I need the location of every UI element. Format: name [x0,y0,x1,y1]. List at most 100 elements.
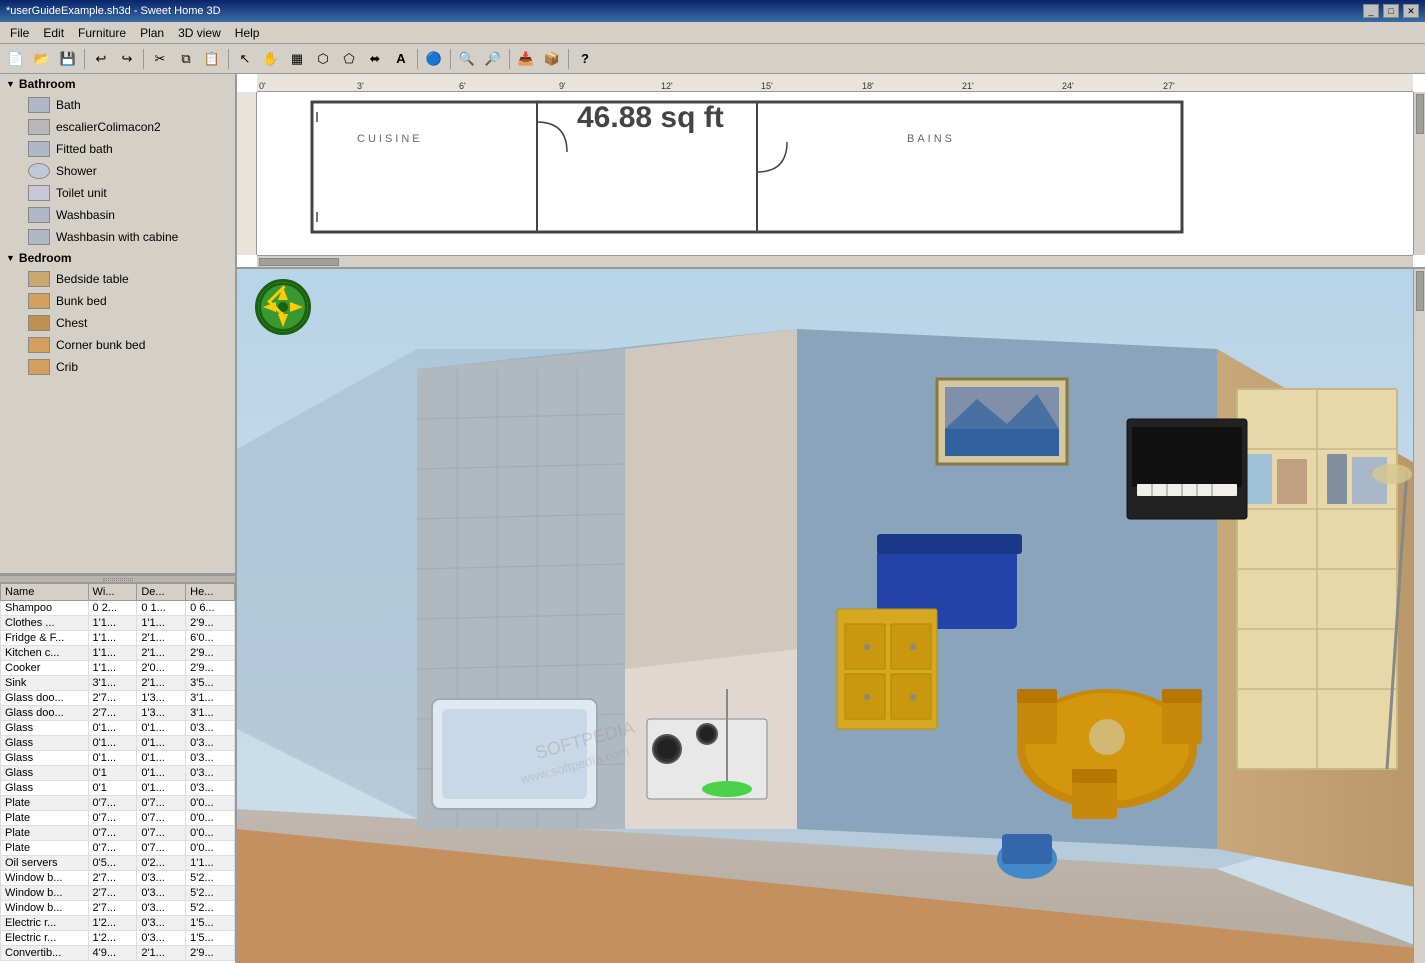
table-row[interactable]: Glass doo...2'7...1'3...3'1... [1,706,235,721]
table-row[interactable]: Oil servers0'5...0'2...1'1... [1,856,235,871]
table-row[interactable]: Plate0'7...0'7...0'0... [1,841,235,856]
item-escalier[interactable]: escalierColimacon2 [0,116,235,138]
item-washbasin[interactable]: Washbasin [0,204,235,226]
separator-7 [568,49,569,69]
table-row[interactable]: Glass0'1...0'1...0'3... [1,736,235,751]
scrollbar-3d-vertical[interactable] [1413,269,1425,963]
col-height[interactable]: He... [186,584,235,601]
item-crib[interactable]: Crib [0,356,235,378]
item-fitted-bath[interactable]: Fitted bath [0,138,235,160]
furniture-catalog[interactable]: ▼ Bathroom Bath escalierColimacon2 Fitte… [0,74,235,575]
menu-item-edit[interactable]: Edit [37,24,70,42]
open-button[interactable]: 📂 [30,47,54,71]
category-bathroom[interactable]: ▼ Bathroom [0,74,235,94]
menu-item-3d-view[interactable]: 3D view [172,24,227,42]
pan-tool[interactable]: ✋ [259,47,283,71]
row-height-cell: 0'3... [186,721,235,736]
item-shower[interactable]: Shower [0,160,235,182]
table-row[interactable]: Plate0'7...0'7...0'0... [1,796,235,811]
close-button[interactable]: ✕ [1403,4,1419,18]
new-button[interactable]: 📄 [4,47,28,71]
table-row[interactable]: Window b...2'7...0'3...5'2... [1,901,235,916]
row-width-cell: 2'7... [88,706,137,721]
ruler-mark-18: 18' [862,81,874,91]
col-depth[interactable]: De... [137,584,186,601]
item-bunk-bed[interactable]: Bunk bed [0,290,235,312]
copy-button[interactable]: ⧉ [174,47,198,71]
enable-magnetism[interactable]: 🔵 [422,47,446,71]
table-row[interactable]: Sink3'1...2'1...3'5... [1,676,235,691]
category-bedroom[interactable]: ▼ Bedroom [0,248,235,268]
create-wall-tool[interactable]: ▦ [285,47,309,71]
furniture-table[interactable]: Name Wi... De... He... Shampoo0 2...0 1.… [0,583,235,963]
menu-item-file[interactable]: File [4,24,35,42]
row-name-cell: Window b... [1,871,89,886]
row-depth-cell: 0'3... [137,901,186,916]
table-row[interactable]: Kitchen c...1'1...2'1...2'9... [1,646,235,661]
create-label-tool[interactable]: A [389,47,413,71]
add-to-catalog-button[interactable]: 📦 [540,47,564,71]
row-width-cell: 0'1 [88,781,137,796]
table-row[interactable]: Plate0'7...0'7...0'0... [1,811,235,826]
import-furniture-button[interactable]: 📥 [514,47,538,71]
table-row[interactable]: Cooker1'1...2'0...2'9... [1,661,235,676]
scrollbar-thumb-h[interactable] [259,258,339,266]
item-escalier-label: escalierColimacon2 [56,120,161,134]
scrollbar-vertical[interactable] [1413,92,1425,255]
table-row[interactable]: Plate0'7...0'7...0'0... [1,826,235,841]
col-width[interactable]: Wi... [88,584,137,601]
item-chest[interactable]: Chest [0,312,235,334]
table-row[interactable]: Glass doo...2'7...1'3...3'1... [1,691,235,706]
item-bath[interactable]: Bath [0,94,235,116]
menu-item-help[interactable]: Help [229,24,266,42]
row-depth-cell: 1'1... [137,616,186,631]
table-row[interactable]: Glass0'10'1...0'3... [1,766,235,781]
paste-button[interactable]: 📋 [200,47,224,71]
table-row[interactable]: Electric r...1'2...0'3...1'5... [1,931,235,946]
menu-item-furniture[interactable]: Furniture [72,24,132,42]
help-button[interactable]: ? [573,47,597,71]
minimize-button[interactable]: _ [1363,4,1379,18]
table-row[interactable]: Glass0'1...0'1...0'3... [1,751,235,766]
row-width-cell: 1'1... [88,661,137,676]
plan-view[interactable]: 0' 3' 6' 9' 12' 15' 18' 21' 24' 27' [237,74,1425,269]
item-toilet[interactable]: Toilet unit [0,182,235,204]
row-width-cell: 2'7... [88,886,137,901]
menu-item-plan[interactable]: Plan [134,24,170,42]
zoom-in-button[interactable]: 🔍 [455,47,479,71]
scrollbar-3d-thumb[interactable] [1416,271,1424,311]
table-row[interactable]: Glass0'1...0'1...0'3... [1,721,235,736]
table-row[interactable]: Window b...2'7...0'3...5'2... [1,886,235,901]
row-height-cell: 0'0... [186,826,235,841]
select-tool[interactable]: ↖ [233,47,257,71]
table-row[interactable]: Fridge & F...1'1...2'1...6'0... [1,631,235,646]
undo-button[interactable]: ↩ [89,47,113,71]
redo-button[interactable]: ↪ [115,47,139,71]
scrollbar-horizontal[interactable] [257,255,1413,267]
table-row[interactable]: Shampoo0 2...0 1...0 6... [1,601,235,616]
table-row[interactable]: Window b...2'7...0'3...5'2... [1,871,235,886]
zoom-out-button[interactable]: 🔎 [481,47,505,71]
maximize-button[interactable]: □ [1383,4,1399,18]
create-polyline-tool[interactable]: ⬠ [337,47,361,71]
row-height-cell: 1'1... [186,856,235,871]
cut-button[interactable]: ✂ [148,47,172,71]
separator-5 [450,49,451,69]
table-row[interactable]: Clothes ...1'1...1'1...2'9... [1,616,235,631]
row-name-cell: Fridge & F... [1,631,89,646]
table-row[interactable]: Convertib...4'9...2'1...2'9... [1,946,235,961]
item-washbasin-cabinet[interactable]: Washbasin with cabine [0,226,235,248]
create-room-tool[interactable]: ⬡ [311,47,335,71]
navigation-compass[interactable] [255,279,311,335]
col-name[interactable]: Name [1,584,89,601]
table-row[interactable]: Electric r...1'2...0'3...1'5... [1,916,235,931]
panel-resize-handle[interactable] [0,575,235,583]
save-button[interactable]: 💾 [56,47,80,71]
item-corner-bunk-bed[interactable]: Corner bunk bed [0,334,235,356]
row-depth-cell: 0'3... [137,931,186,946]
create-dimension-tool[interactable]: ⬌ [363,47,387,71]
item-bedside-table[interactable]: Bedside table [0,268,235,290]
scrollbar-thumb-v[interactable] [1416,94,1424,134]
view-3d[interactable]: SOFTPEDIA www.softpedia.com [237,269,1425,963]
table-row[interactable]: Glass0'10'1...0'3... [1,781,235,796]
